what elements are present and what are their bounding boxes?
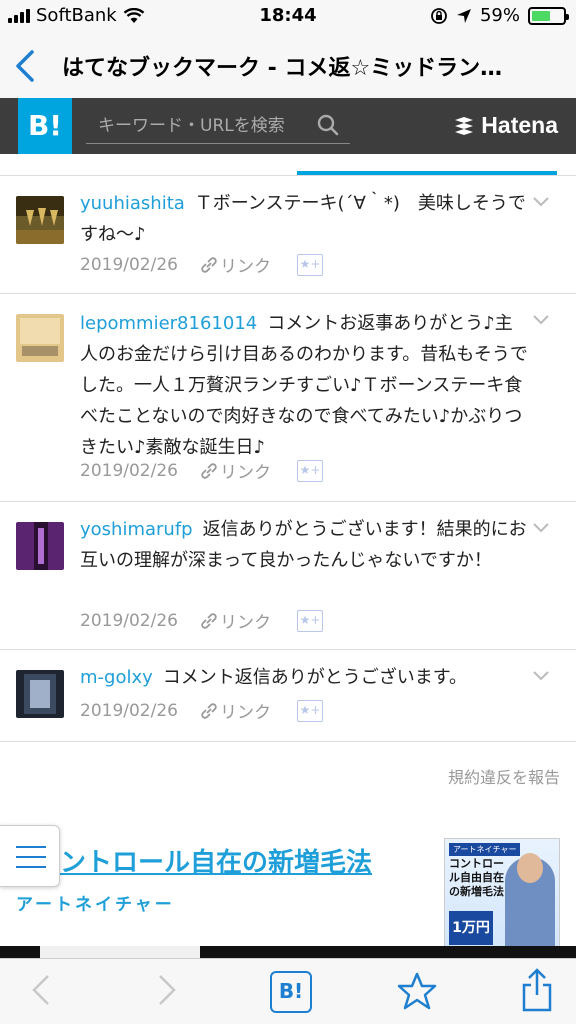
rotation-lock-icon (431, 7, 447, 24)
comment-item: lepommier8161014 コメントお返事ありがとう♪主人のお金だけら引け目… (0, 294, 576, 502)
comment-text: コメント返信ありがとうございます。 (162, 667, 467, 688)
search-icon[interactable] (316, 113, 340, 137)
ad-title-link[interactable]: ントロール自在の新増毛法 (60, 842, 372, 879)
avatar[interactable] (16, 670, 64, 718)
comment-username[interactable]: m-golxy (80, 667, 153, 688)
active-tab-indicator (297, 171, 557, 175)
comment-date: 2019/02/26 (80, 460, 178, 481)
comment-link[interactable]: リンク (200, 608, 271, 633)
back-chevron-icon[interactable] (12, 48, 42, 84)
back-arrow-icon[interactable] (30, 973, 52, 1007)
share-icon[interactable] (520, 967, 554, 1013)
comment-text: コメントお返事ありがとう♪主人のお金だけら引け目あるのわかります。昔私もそうでし… (80, 313, 528, 458)
search-box (86, 108, 350, 144)
forward-arrow-icon[interactable] (156, 973, 178, 1007)
bottom-toolbar: B! (0, 958, 576, 1024)
comment-date: 2019/02/26 (80, 610, 178, 631)
comment-date: 2019/02/26 (80, 254, 178, 275)
chevron-down-icon[interactable] (532, 314, 550, 326)
link-icon (201, 256, 217, 273)
brand-label: Hatena (481, 112, 558, 138)
comment-item: m-golxy コメント返信ありがとうございます。 2019/02/26 リンク … (0, 650, 576, 742)
add-star-icon[interactable]: ★+ (296, 699, 323, 722)
add-star-icon[interactable]: ★+ (296, 253, 323, 276)
add-star-icon[interactable]: ★+ (296, 609, 323, 632)
comment-link[interactable]: リンク (200, 252, 271, 277)
comment-username[interactable]: yoshimarufp (80, 519, 193, 540)
comment-item: yuuhiashita Ｔボーンステーキ(´∀｀*) 美味しそうですね〜♪ 201… (0, 176, 576, 294)
link-icon (201, 612, 217, 629)
search-input[interactable] (98, 112, 308, 140)
avatar[interactable] (16, 196, 64, 244)
link-icon (201, 462, 217, 479)
comment-date: 2019/02/26 (80, 700, 178, 721)
comment-item: yoshimarufp 返信ありがとうございます！結果的にお互いの理解が深まって良… (0, 502, 576, 650)
navigation-bar: はてなブックマーク - コメ返☆ミッドラン… (0, 34, 576, 98)
link-icon (201, 702, 217, 719)
avatar[interactable] (16, 522, 64, 570)
battery-percent: 59% (479, 5, 520, 26)
status-bar: SoftBank 18:44 59% (0, 0, 576, 34)
report-violation-link[interactable]: 規約違反を報告 (448, 764, 560, 788)
hatena-bookmark-button[interactable]: B! (270, 971, 312, 1013)
menu-button[interactable] (0, 825, 60, 887)
chevron-down-icon[interactable] (532, 522, 550, 534)
hatena-logo-icon (455, 116, 474, 135)
location-arrow-icon (456, 8, 471, 23)
hatena-brand[interactable]: Hatena (453, 112, 558, 139)
comment-link[interactable]: リンク (200, 458, 271, 483)
ad-advertiser[interactable]: アートネイチャー (16, 890, 175, 915)
chevron-down-icon[interactable] (532, 670, 550, 682)
ad-image[interactable]: アートネイチャー コントロール自由自在の新増毛法 1万円 (444, 838, 560, 948)
battery-icon (528, 6, 569, 25)
add-star-icon[interactable]: ★+ (296, 459, 323, 482)
comment-username[interactable]: lepommier8161014 (80, 313, 257, 334)
star-icon[interactable] (396, 971, 438, 1011)
avatar[interactable] (16, 314, 64, 362)
hatena-header: B! Hatena (0, 98, 576, 154)
page-title: はてなブックマーク - コメ返☆ミッドラン… (62, 56, 503, 81)
hatena-bookmark-logo[interactable]: B! (18, 98, 72, 154)
comment-username[interactable]: yuuhiashita (80, 193, 185, 214)
tab-bar (0, 154, 576, 176)
comment-link[interactable]: リンク (200, 698, 271, 723)
chevron-down-icon[interactable] (532, 196, 550, 208)
